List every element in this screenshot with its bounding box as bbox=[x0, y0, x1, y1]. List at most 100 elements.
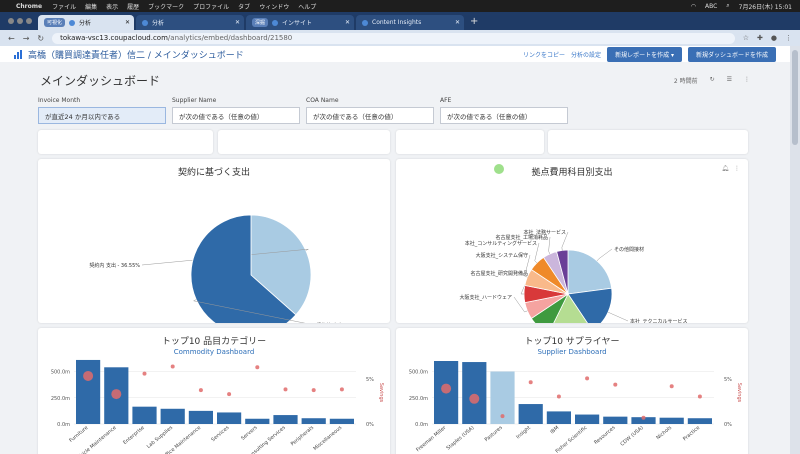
savings-point[interactable] bbox=[585, 376, 590, 381]
savings-point[interactable] bbox=[311, 388, 316, 393]
savings-point[interactable] bbox=[697, 394, 702, 399]
supplier-bar-chart[interactable]: 500.0m 250.0m 0.0m 5% 0% Savings Freeman Mille… bbox=[396, 328, 748, 454]
filter-value[interactable]: が次の値である（任意の値） bbox=[440, 107, 568, 124]
close-tab-icon[interactable]: ✕ bbox=[235, 19, 240, 26]
forward-arrow-icon[interactable]: → bbox=[23, 34, 30, 43]
savings-point[interactable] bbox=[170, 364, 175, 369]
menu-help[interactable]: ヘルプ bbox=[298, 2, 316, 11]
pie-slice[interactable] bbox=[567, 249, 613, 295]
menu-bookmarks[interactable]: ブックマーク bbox=[148, 2, 184, 11]
extensions-icon[interactable]: ✚ bbox=[757, 34, 763, 42]
menu-history[interactable]: 履歴 bbox=[127, 2, 139, 11]
menu-tab[interactable]: タブ bbox=[238, 2, 250, 11]
bar[interactable] bbox=[188, 410, 213, 424]
pie-leader-line[interactable] bbox=[193, 299, 197, 302]
new-report-button[interactable]: 新規レポートを作成 ▾ bbox=[607, 46, 682, 62]
pie-leader-line[interactable] bbox=[610, 313, 629, 322]
menu-edit[interactable]: 編集 bbox=[85, 2, 97, 11]
pie-leader-line[interactable] bbox=[598, 248, 613, 259]
tab-group-label[interactable]: 可視化 bbox=[44, 18, 66, 27]
close-tab-icon[interactable]: ✕ bbox=[125, 19, 130, 26]
bar[interactable] bbox=[659, 417, 684, 424]
copy-link-button[interactable]: リンクをコピー bbox=[523, 50, 565, 59]
pie-leader-line[interactable] bbox=[534, 260, 538, 264]
pie-leader-line[interactable] bbox=[607, 311, 611, 314]
savings-point[interactable] bbox=[283, 387, 288, 392]
url-field[interactable]: tokawa-vsc13.coupacloud.com/analytics/em… bbox=[52, 32, 735, 44]
filter-icon[interactable]: ☰ bbox=[727, 76, 732, 85]
bar[interactable] bbox=[273, 415, 298, 424]
savings-point[interactable] bbox=[198, 388, 203, 393]
status-dot-icon[interactable] bbox=[494, 164, 504, 174]
menu-profiles[interactable]: プロファイル bbox=[193, 2, 229, 11]
savings-point[interactable] bbox=[83, 370, 94, 381]
analysis-settings-button[interactable]: 分析の設定 bbox=[571, 50, 601, 59]
commodity-bar-chart[interactable]: 500.0m250.0m0.0m5%0%SavingsFurnitureVehi… bbox=[38, 328, 390, 454]
pie-leader-line[interactable] bbox=[548, 236, 551, 252]
bar[interactable] bbox=[518, 404, 543, 424]
tab-insight[interactable]: 深掘 インサイト ✕ bbox=[246, 15, 354, 30]
reload-icon[interactable]: ↻ bbox=[37, 34, 44, 43]
bar[interactable] bbox=[132, 406, 157, 424]
bar[interactable] bbox=[603, 416, 628, 424]
pie-leader-line[interactable] bbox=[513, 296, 525, 313]
close-tab-icon[interactable]: ✕ bbox=[455, 19, 460, 26]
menu-view[interactable]: 表示 bbox=[106, 2, 118, 11]
savings-point[interactable] bbox=[500, 414, 505, 419]
savings-point[interactable] bbox=[528, 380, 533, 385]
savings-point[interactable] bbox=[339, 387, 344, 392]
app-name[interactable]: Chrome bbox=[16, 3, 42, 10]
tab-analysis-active[interactable]: 可視化 分析 ✕ bbox=[38, 15, 134, 30]
savings-point[interactable] bbox=[111, 389, 122, 400]
savings-point[interactable] bbox=[556, 394, 561, 399]
tab-analysis[interactable]: 分析 ✕ bbox=[136, 15, 244, 30]
bar[interactable] bbox=[245, 418, 270, 424]
savings-point[interactable] bbox=[469, 393, 480, 404]
chrome-menu-icon[interactable]: ⋮ bbox=[785, 34, 792, 42]
kpi-tile-3[interactable] bbox=[396, 130, 544, 154]
tab-group-label[interactable]: 深掘 bbox=[252, 18, 269, 27]
refresh-icon[interactable]: ↻ bbox=[710, 76, 715, 85]
filter-value[interactable]: が直近24 か月以内である bbox=[38, 107, 166, 124]
savings-point[interactable] bbox=[641, 415, 646, 420]
wifi-icon[interactable]: ◠ bbox=[691, 3, 696, 10]
savings-point[interactable] bbox=[142, 371, 147, 376]
kpi-tile-2[interactable] bbox=[218, 130, 390, 154]
minimize-window-button[interactable] bbox=[17, 18, 23, 24]
bar[interactable] bbox=[575, 414, 600, 424]
tab-content-insights[interactable]: Content Insights ✕ bbox=[356, 15, 464, 30]
kpi-tile-1[interactable] bbox=[38, 130, 213, 154]
bar[interactable] bbox=[160, 408, 185, 424]
new-tab-button[interactable]: + bbox=[470, 16, 478, 27]
bar[interactable] bbox=[687, 418, 712, 424]
savings-point[interactable] bbox=[613, 382, 618, 387]
close-window-button[interactable] bbox=[8, 18, 14, 24]
pie-leader-line[interactable] bbox=[524, 310, 528, 313]
location-account-pie[interactable]: その他間接材本社_テクニカルサービス本社_施設設備保守サービス大阪支社_ソフトウ… bbox=[396, 159, 748, 323]
input-source-indicator[interactable]: ABC bbox=[705, 3, 717, 10]
bar[interactable] bbox=[301, 418, 326, 424]
scrollbar-thumb[interactable] bbox=[792, 50, 798, 145]
close-tab-icon[interactable]: ✕ bbox=[345, 19, 350, 26]
menu-window[interactable]: ウィンドウ bbox=[259, 2, 289, 11]
menu-file[interactable]: ファイル bbox=[52, 2, 76, 11]
savings-point[interactable] bbox=[441, 383, 452, 394]
bar[interactable] bbox=[217, 412, 242, 424]
pie-leader-line[interactable] bbox=[548, 251, 551, 255]
contract-spend-pie[interactable]: 契約内 支出 - 36.55% 契約外 支出 - 63.45% bbox=[38, 159, 390, 323]
new-dashboard-button[interactable]: 新規ダッシュボードを作成 bbox=[687, 46, 776, 62]
bar[interactable] bbox=[76, 359, 101, 424]
filter-value[interactable]: が次の値である（任意の値） bbox=[172, 107, 300, 124]
savings-point[interactable] bbox=[227, 392, 232, 397]
savings-point[interactable] bbox=[255, 365, 260, 370]
bar[interactable] bbox=[329, 418, 354, 424]
pie-leader-line[interactable] bbox=[596, 258, 600, 262]
bookmark-star-icon[interactable]: ☆ bbox=[743, 34, 749, 42]
page-scrollbar[interactable] bbox=[790, 46, 800, 454]
bar[interactable] bbox=[546, 411, 571, 424]
filter-value[interactable]: が次の値である（任意の値） bbox=[306, 107, 434, 124]
zoom-window-button[interactable] bbox=[26, 18, 32, 24]
profile-avatar[interactable]: ● bbox=[771, 34, 777, 42]
savings-point[interactable] bbox=[669, 384, 674, 389]
search-icon[interactable]: ⌕ bbox=[726, 2, 729, 10]
